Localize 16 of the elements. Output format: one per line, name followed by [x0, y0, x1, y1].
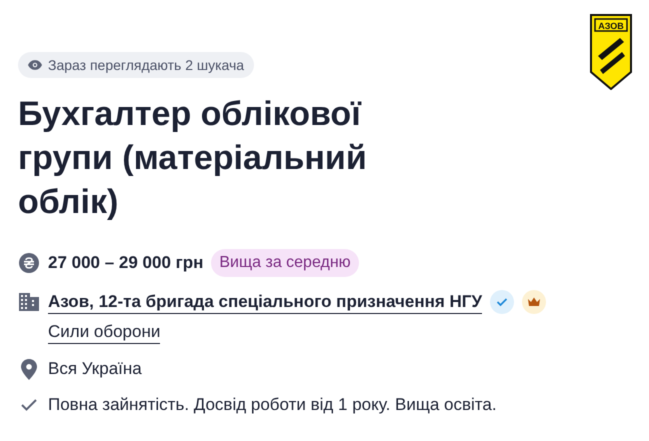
job-title: Бухгалтер облікової групи (матеріальний облік) — [18, 94, 368, 223]
building-icon — [19, 293, 39, 311]
crown-icon — [522, 290, 546, 314]
shield-logo: АЗОВ — [590, 14, 632, 90]
company-link[interactable]: Азов, 12-та бригада спеціального призначення НГУ — [48, 290, 482, 314]
location-pin-icon — [21, 358, 37, 380]
verified-icon — [490, 290, 514, 314]
salary-tag: Вища за середню — [211, 249, 359, 277]
salary-range: 27 000 – 29 000 грн — [48, 252, 204, 274]
viewers-badge: Зараз переглядають 2 шукача — [18, 52, 254, 78]
eye-icon — [28, 60, 42, 70]
hryvnia-icon — [19, 253, 39, 273]
category-link[interactable]: Сили оборони — [48, 321, 160, 344]
check-icon — [21, 399, 37, 411]
requirements-text: Повна зайнятість. Досвід роботи від 1 року. Вища освіта. — [48, 394, 497, 416]
location-text: Вся Україна — [48, 358, 142, 380]
